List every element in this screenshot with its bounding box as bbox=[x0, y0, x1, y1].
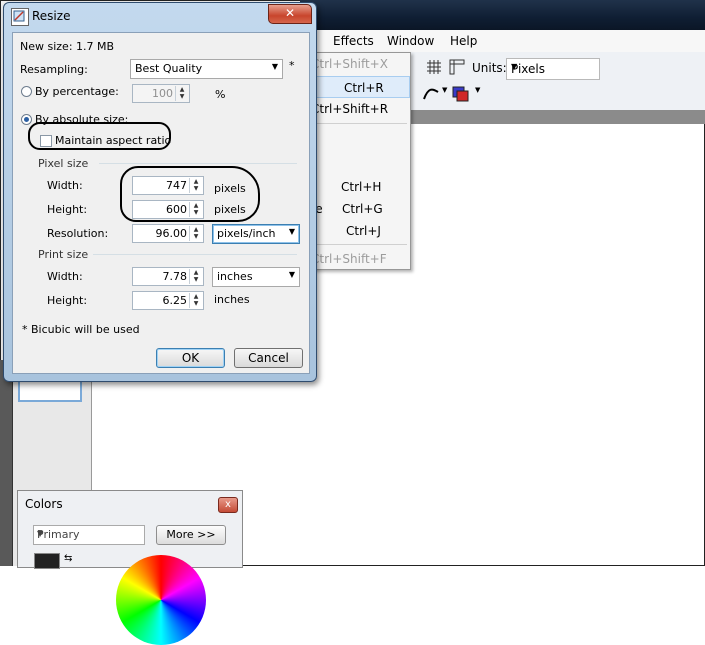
by-percentage-label[interactable]: By percentage: bbox=[35, 85, 119, 98]
annotation-circle-pixel-size bbox=[120, 166, 260, 222]
menu-separator bbox=[311, 123, 407, 124]
chevron-down-icon: ▼ bbox=[511, 62, 518, 71]
resolution-unit-select[interactable]: pixels/inch ▼ bbox=[212, 224, 300, 244]
menu-effects[interactable]: Effects bbox=[333, 34, 374, 48]
print-width-value: 7.78 bbox=[162, 270, 188, 283]
image-menu-dropdown: Ctrl+Shift+X Ctrl+R Ctrl+Shift+R Ctrl+H … bbox=[308, 52, 411, 270]
chevron-down-icon: ▼ bbox=[288, 270, 295, 279]
grid-icon[interactable] bbox=[426, 59, 442, 75]
menu-separator bbox=[311, 244, 407, 245]
menu-window[interactable]: Window bbox=[387, 34, 434, 48]
menu-item-rotate[interactable]: Ctrl+J bbox=[309, 220, 410, 242]
close-icon[interactable]: ✕ bbox=[268, 4, 312, 24]
ruler-icon[interactable] bbox=[449, 59, 465, 75]
print-size-heading: Print size bbox=[38, 248, 89, 261]
menu-item-crop[interactable]: Ctrl+Shift+X bbox=[309, 53, 410, 75]
percent-sign: % bbox=[215, 88, 226, 101]
by-absolute-size-radio[interactable] bbox=[21, 114, 32, 125]
menu-item-canvas-size[interactable]: Ctrl+Shift+R bbox=[309, 98, 410, 120]
units-label: Units: bbox=[472, 61, 507, 75]
divider bbox=[93, 254, 297, 255]
units-select[interactable]: Pixels ▼ bbox=[506, 58, 600, 80]
print-height-label: Height: bbox=[47, 294, 88, 307]
menu-item-flip-vertical[interactable]: seCtrl+G bbox=[309, 198, 410, 220]
by-percentage-radio[interactable] bbox=[21, 86, 32, 97]
ok-button[interactable]: OK bbox=[156, 348, 225, 368]
resampling-note: * bbox=[289, 59, 295, 72]
print-height-input[interactable]: 6.25 ▲ ▼ bbox=[132, 291, 204, 310]
height-label: Height: bbox=[47, 203, 88, 216]
colors-title: Colors bbox=[25, 497, 63, 511]
chevron-down-icon: ▼ bbox=[271, 62, 278, 71]
chevron-down-icon[interactable]: ▼ bbox=[475, 86, 480, 94]
chevron-down-icon[interactable]: ▼ bbox=[442, 86, 447, 94]
color-swap-icon[interactable] bbox=[452, 86, 470, 102]
menu-help[interactable]: Help bbox=[450, 34, 477, 48]
primary-color-swatch[interactable] bbox=[34, 553, 60, 569]
spin-buttons[interactable]: ▲ ▼ bbox=[175, 86, 188, 101]
dialog-title: Resize bbox=[32, 9, 71, 23]
swap-colors-icon[interactable]: ⇆ bbox=[64, 553, 72, 564]
percentage-input[interactable]: 100 ▲ ▼ bbox=[132, 84, 190, 103]
print-unit-select[interactable]: inches ▼ bbox=[212, 267, 300, 287]
cancel-button[interactable]: Cancel bbox=[234, 348, 303, 368]
resampling-value: Best Quality bbox=[135, 62, 203, 75]
menu-item-flatten[interactable]: Ctrl+Shift+F bbox=[309, 248, 410, 270]
spin-buttons[interactable]: ▲ ▼ bbox=[189, 226, 202, 241]
print-width-input[interactable]: 7.78 ▲ ▼ bbox=[132, 267, 204, 286]
menu-item-flip-horizontal[interactable]: Ctrl+H bbox=[309, 176, 410, 198]
print-height-unit: inches bbox=[214, 293, 250, 306]
resolution-input[interactable]: 96.00 ▲ ▼ bbox=[132, 224, 204, 243]
chevron-down-icon: ▼ bbox=[37, 529, 44, 538]
resampling-label: Resampling: bbox=[20, 63, 88, 76]
print-unit-value: inches bbox=[217, 270, 253, 283]
percentage-value: 100 bbox=[152, 87, 173, 100]
app-titlebar bbox=[300, 0, 705, 30]
annotation-circle-aspect bbox=[28, 122, 171, 150]
primary-secondary-select[interactable]: Primary ▼ bbox=[33, 525, 145, 545]
pixel-size-heading: Pixel size bbox=[38, 157, 89, 170]
print-width-label: Width: bbox=[47, 270, 83, 283]
divider bbox=[99, 163, 297, 164]
color-wheel[interactable] bbox=[116, 555, 206, 645]
spin-buttons[interactable]: ▲ ▼ bbox=[189, 269, 202, 284]
menu-bar: Effects Window Help bbox=[300, 30, 705, 53]
width-label: Width: bbox=[47, 179, 83, 192]
curve-tool-icon[interactable] bbox=[422, 86, 440, 102]
resolution-value: 96.00 bbox=[155, 227, 188, 240]
resolution-label: Resolution: bbox=[47, 227, 109, 240]
print-height-value: 6.25 bbox=[162, 294, 188, 307]
resize-icon bbox=[11, 8, 29, 26]
resampling-select[interactable]: Best Quality ▼ bbox=[130, 59, 283, 79]
footnote: * Bicubic will be used bbox=[22, 323, 140, 336]
new-size-label: New size: 1.7 MB bbox=[20, 40, 115, 53]
colors-panel: Colors x Primary ▼ More >> ⇆ bbox=[17, 490, 243, 645]
resolution-unit-value: pixels/inch bbox=[217, 227, 276, 240]
close-icon[interactable]: x bbox=[218, 497, 238, 513]
menu-item-resize[interactable]: Ctrl+R bbox=[309, 76, 410, 98]
spin-buttons[interactable]: ▲ ▼ bbox=[189, 293, 202, 308]
more-button[interactable]: More >> bbox=[156, 525, 226, 545]
chevron-down-icon: ▼ bbox=[288, 227, 295, 236]
